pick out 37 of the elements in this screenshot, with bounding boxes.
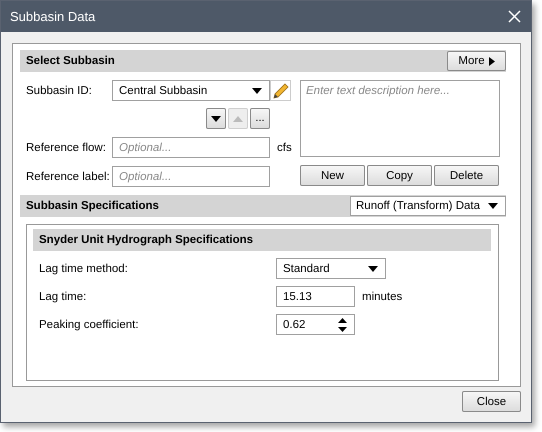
action-button[interactable]: Delete [434, 165, 499, 186]
up-triangle-icon [233, 116, 243, 122]
action-button[interactable]: Copy [367, 165, 432, 186]
subbasin-dropdown[interactable]: Central Subbasin [112, 80, 270, 101]
specification-dropdown[interactable]: Runoff (Transform) Data [350, 196, 506, 216]
peaking-coefficient-spinner[interactable]: 0.62 [276, 314, 355, 335]
more-button[interactable]: More [447, 51, 506, 71]
caret-icon [368, 266, 378, 272]
method-dropdown[interactable]: Standard [276, 258, 386, 279]
edit-button[interactable] [270, 80, 291, 101]
field-label: Reference flow: [26, 142, 107, 154]
field-label: Lag time: [39, 290, 88, 302]
field-label: Peaking coefficient: [39, 318, 140, 330]
move-down-button[interactable] [206, 108, 226, 129]
close-button[interactable]: Close [462, 391, 521, 412]
browse-button[interactable]: ... [250, 108, 270, 129]
caret-icon [488, 203, 498, 209]
close-icon[interactable] [508, 10, 521, 23]
section-title: Subbasin Specifications [26, 200, 159, 212]
unit-label: cfs [277, 142, 292, 154]
field-label: Lag time method: [39, 262, 129, 274]
window-title: Subbasin Data [10, 9, 96, 24]
action-button[interactable]: New [300, 165, 365, 186]
reference-flow-field[interactable]: Optional... [112, 137, 270, 158]
caret-icon [252, 88, 262, 94]
field-label: Subbasin ID: [26, 84, 93, 96]
section-title: Select Subbasin [26, 55, 115, 67]
reference-label-field[interactable]: Optional... [112, 166, 270, 187]
right-triangle-icon [488, 56, 495, 66]
panel-title: Snyder Unit Hydrograph Specifications [39, 234, 254, 246]
unit-label: minutes [362, 290, 402, 302]
description-field[interactable]: Enter text description here... [300, 80, 500, 157]
down-triangle-icon [211, 116, 221, 122]
spinner-arrows-icon[interactable] [338, 318, 347, 332]
field-label: Reference label: [26, 170, 111, 182]
lag-time-field[interactable]: 15.13 [276, 286, 355, 307]
pencil-icon [272, 82, 288, 98]
